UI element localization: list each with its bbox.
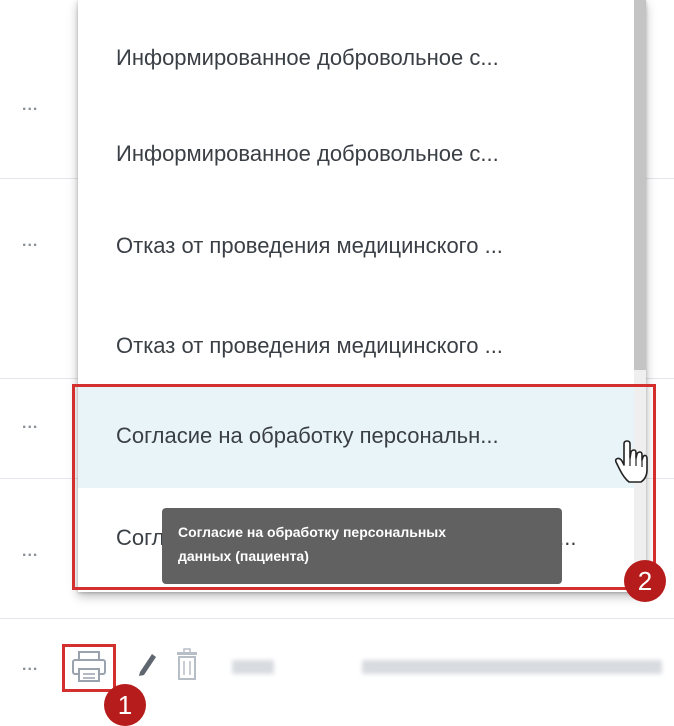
row-actions-button[interactable]: ... xyxy=(22,542,56,562)
row-actions-button[interactable]: ... xyxy=(22,232,56,252)
dropdown-scrollbar-thumb[interactable] xyxy=(634,0,646,370)
tooltip-line-1: Согласие на обработку персональных xyxy=(178,524,447,540)
delete-trash-icon[interactable] xyxy=(174,648,200,687)
menu-item-refusal-1[interactable]: Отказ от проведения медицинского ... xyxy=(78,196,634,296)
edit-pencil-icon[interactable] xyxy=(134,648,160,683)
row-actions-button[interactable]: ... xyxy=(22,96,56,116)
row-actions-button[interactable]: ... xyxy=(22,656,56,676)
table-row-divider xyxy=(0,618,674,619)
tooltip-line-2: данных (пациента) xyxy=(178,548,309,564)
menu-item-informed-consent-1[interactable]: Информированное добровольное с... xyxy=(78,8,634,108)
menu-item-refusal-2[interactable]: Отказ от проведения медицинского ... xyxy=(78,296,634,396)
step-badge-2: 2 xyxy=(624,560,666,602)
tooltip: Согласие на обработку персональных данны… xyxy=(162,508,562,584)
menu-item-informed-consent-2[interactable]: Информированное добровольное с... xyxy=(78,104,634,204)
row-actions-button[interactable]: ... xyxy=(22,414,56,434)
hand-pointer-cursor-icon xyxy=(614,440,648,489)
step-badge-1: 1 xyxy=(104,684,146,726)
blurred-text xyxy=(232,660,274,674)
highlight-box-print-icon xyxy=(62,644,116,692)
blurred-text xyxy=(362,660,662,674)
